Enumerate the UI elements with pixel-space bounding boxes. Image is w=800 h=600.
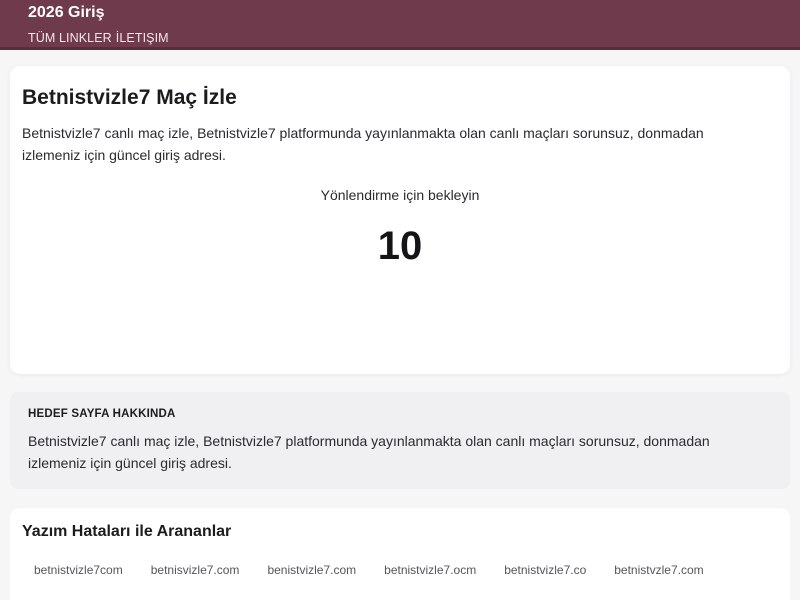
typos-title: Yazım Hataları ile Arananlar [22,523,232,540]
typo-list: betnistvizle7com betnisvizle7.com benist… [22,560,782,580]
typo-link[interactable]: betnistvizle7.co [492,560,599,580]
page-description: Betnistvizle7 canlı maç izle, Betnistviz… [22,125,704,163]
typo-link[interactable]: betnistvzle7.com [602,560,716,580]
redirect-label: Yönlendirme için bekleyin [320,187,480,203]
typo-link[interactable]: benistvizle7.com [255,560,369,580]
nav-link-all-links[interactable]: TÜM LINKLER [28,31,112,45]
site-header: 2026 Giriş TÜM LINKLER İLETIŞIM [0,0,800,50]
countdown-timer: 10 [377,224,423,268]
main-nav: TÜM LINKLER İLETIŞIM [28,31,169,45]
about-description: Betnistvizle7 canlı maç izle, Betnistviz… [28,433,710,471]
target-page-info: HEDEF SAYFA HAKKINDA Betnistvizle7 canlı… [10,392,790,489]
nav-link-contact[interactable]: İLETIŞIM [116,31,169,45]
typo-link[interactable]: betnistvizle7com [22,560,135,580]
brand-link[interactable]: 2026 Giriş [28,4,105,22]
redirect-card: Betnistvizle7 Maç İzle Betnistvizle7 can… [10,66,790,374]
page-title: Betnistvizle7 Maç İzle [22,86,237,109]
typo-searches-card: Yazım Hataları ile Arananlar betnistvizl… [10,508,790,600]
typo-link[interactable]: betnistvizle7.ocm [372,560,489,580]
about-title: HEDEF SAYFA HAKKINDA [28,408,176,420]
typo-link[interactable]: betnisvizle7.com [138,560,252,580]
